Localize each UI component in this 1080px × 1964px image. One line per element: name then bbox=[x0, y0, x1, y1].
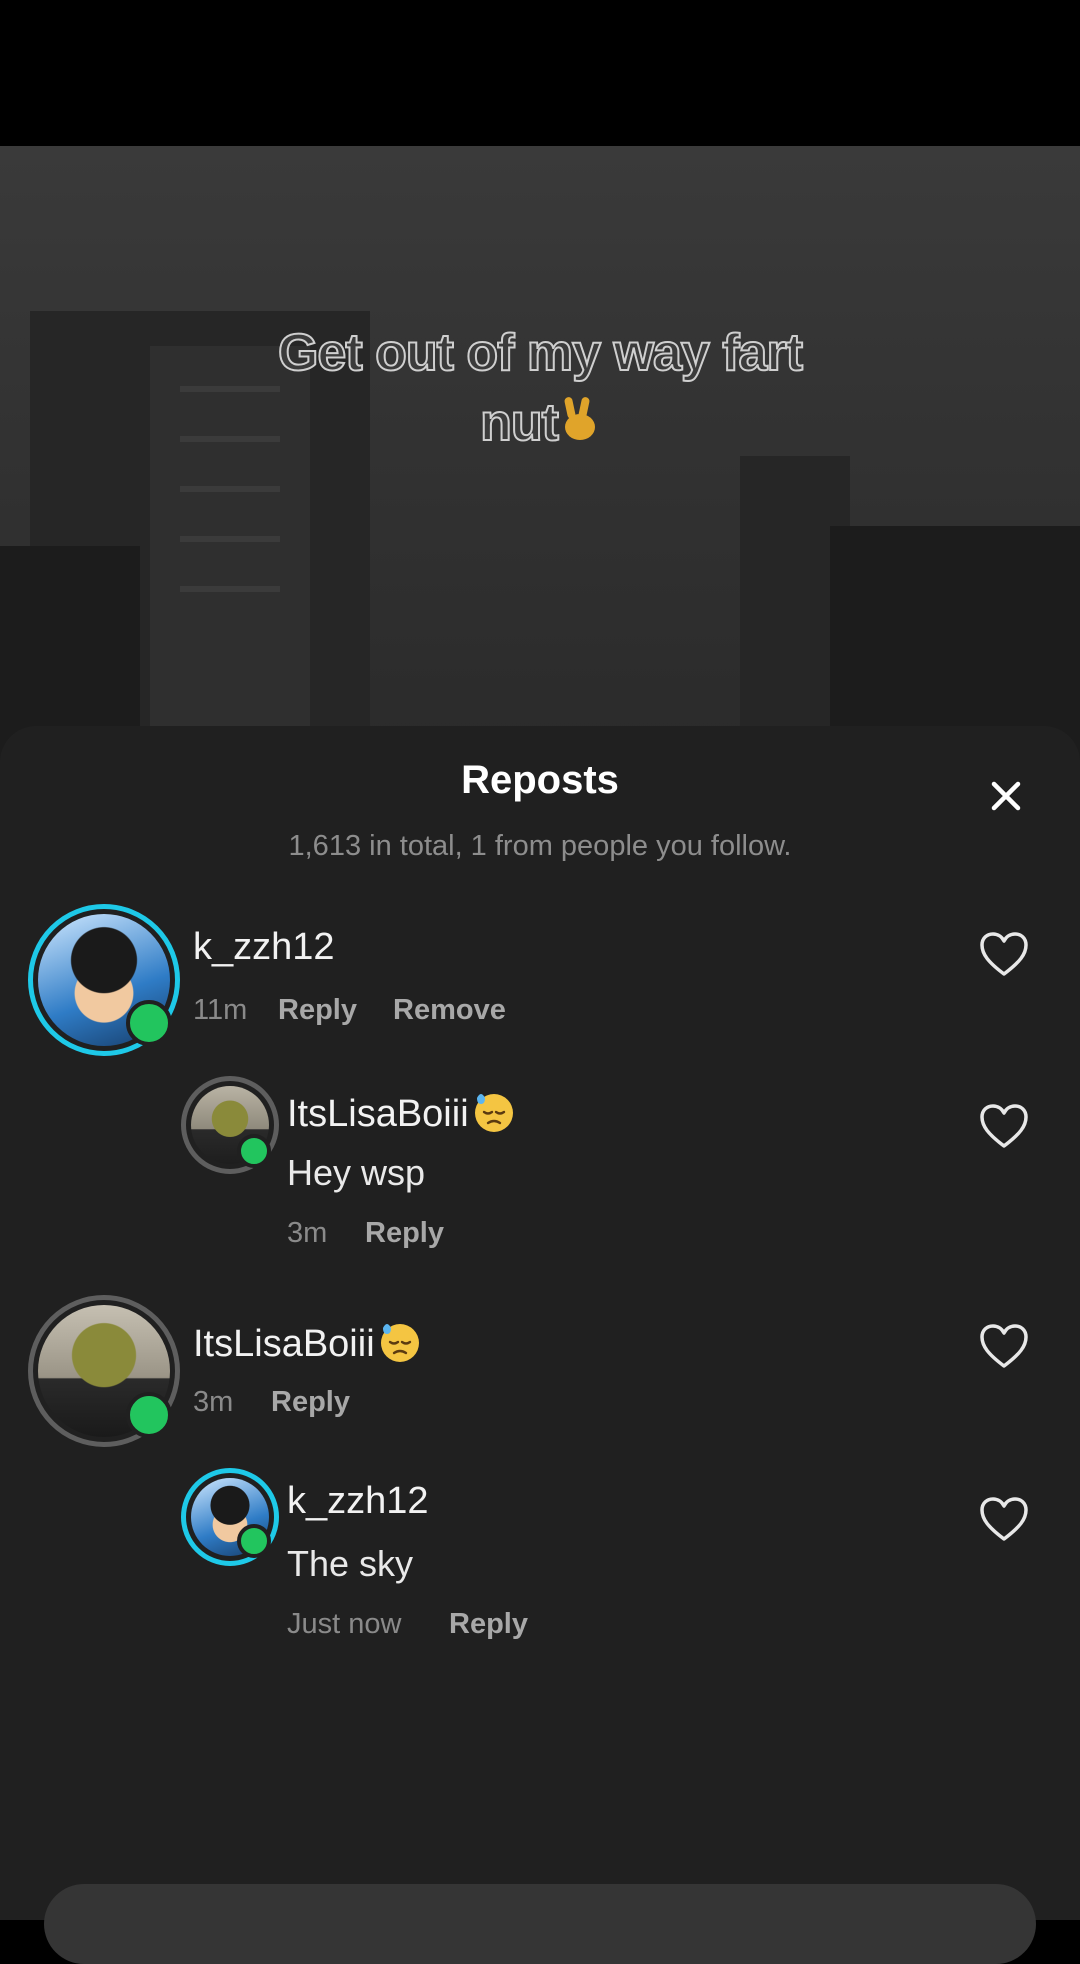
online-status-dot bbox=[126, 1392, 172, 1438]
comment-input-bar[interactable] bbox=[44, 1884, 1036, 1964]
sheet-subtitle: 1,613 in total, 1 from people you follow… bbox=[288, 830, 792, 862]
heart-icon bbox=[980, 1104, 1028, 1148]
reply-button[interactable]: Reply bbox=[365, 1217, 444, 1250]
online-status-dot bbox=[126, 1000, 172, 1046]
heart-icon bbox=[980, 1324, 1028, 1368]
reply-text: Hey wsp bbox=[287, 1152, 426, 1193]
like-button[interactable] bbox=[978, 1102, 1030, 1150]
reply-username-text: ItsLisaBoiii bbox=[287, 1093, 469, 1136]
reply-button[interactable]: Reply bbox=[449, 1608, 528, 1641]
caption-line-2: nut bbox=[479, 393, 560, 453]
reply-time: 3m bbox=[287, 1217, 328, 1249]
comment-username-text: ItsLisaBoiii bbox=[193, 1323, 375, 1366]
heart-icon bbox=[980, 932, 1028, 976]
remove-button[interactable]: Remove bbox=[393, 994, 506, 1027]
heart-icon bbox=[980, 1497, 1028, 1541]
video-background[interactable] bbox=[0, 146, 1080, 786]
like-button[interactable] bbox=[978, 1495, 1030, 1543]
comment-username[interactable]: k_zzh12 bbox=[193, 926, 335, 969]
like-button[interactable] bbox=[978, 1322, 1030, 1370]
video-caption: Get out of my way fart nut bbox=[200, 318, 880, 461]
reply-text: The sky bbox=[287, 1543, 414, 1584]
reply-button[interactable]: Reply bbox=[278, 994, 357, 1027]
reply-time: Just now bbox=[287, 1608, 402, 1640]
status-bar bbox=[0, 0, 1080, 146]
caption-line-1: Get out of my way fart bbox=[277, 323, 804, 383]
online-status-dot bbox=[237, 1524, 271, 1558]
online-status-dot bbox=[237, 1134, 271, 1168]
reply-button[interactable]: Reply bbox=[271, 1386, 350, 1419]
comment-username[interactable]: ItsLisaBoiii bbox=[193, 1318, 423, 1374]
reply-username[interactable]: ItsLisaBoiii bbox=[287, 1088, 517, 1144]
sheet-title: Reposts bbox=[461, 758, 619, 802]
downcast-sweat-emoji bbox=[471, 1088, 517, 1144]
close-icon bbox=[991, 781, 1021, 811]
victory-hand-emoji bbox=[560, 391, 600, 461]
downcast-sweat-emoji bbox=[377, 1318, 423, 1374]
like-button[interactable] bbox=[978, 930, 1030, 978]
comment-time: 11m bbox=[193, 994, 248, 1026]
close-button[interactable] bbox=[986, 776, 1026, 816]
comment-time: 3m bbox=[193, 1386, 234, 1418]
reply-username[interactable]: k_zzh12 bbox=[287, 1480, 429, 1523]
